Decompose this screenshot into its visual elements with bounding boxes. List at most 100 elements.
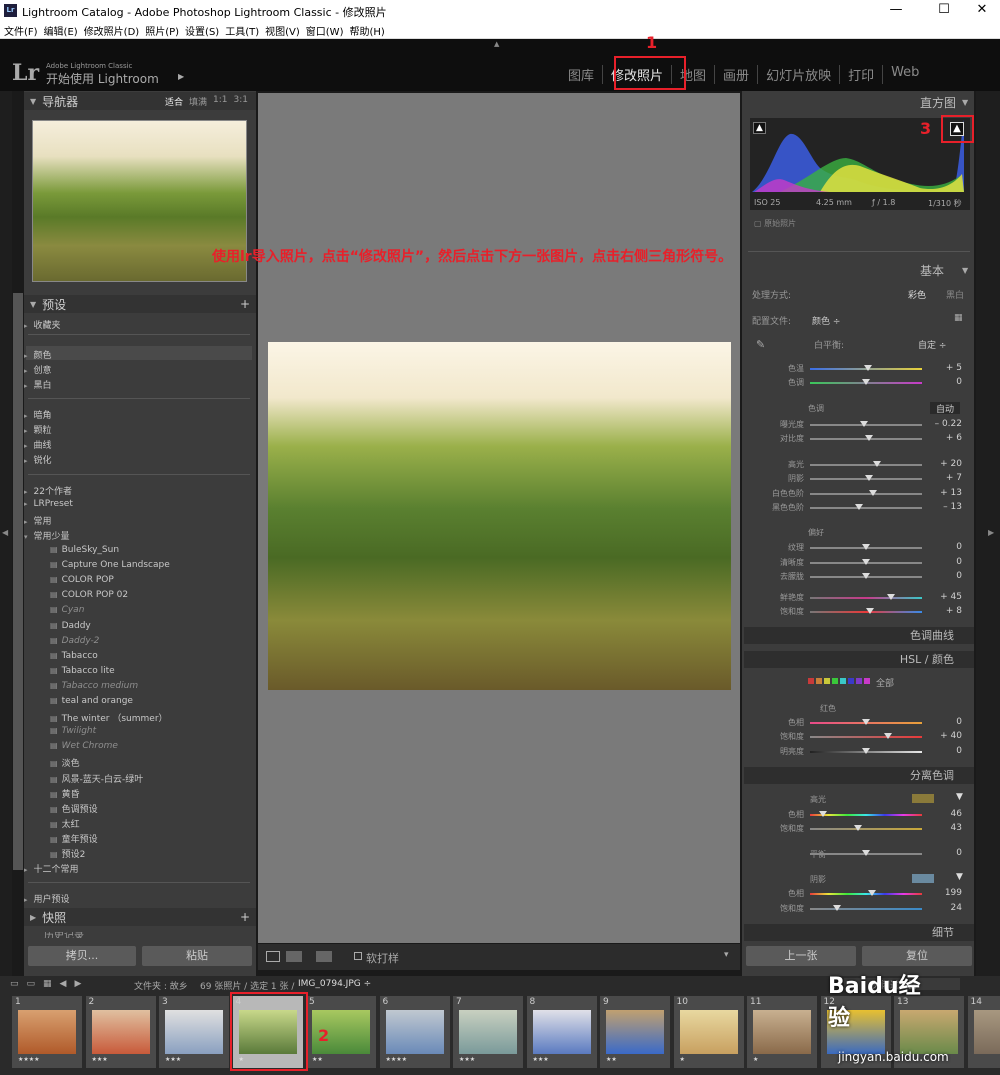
filmstrip-thumb[interactable]: 10 ★	[673, 996, 744, 1068]
collapse-right-icon[interactable]: ▶	[988, 528, 994, 537]
slider-value[interactable]: 46	[930, 809, 962, 819]
slider-value[interactable]: 0	[930, 557, 962, 567]
slider-value[interactable]: + 5	[930, 363, 962, 373]
slider-value[interactable]: + 13	[930, 488, 962, 498]
menu-item-8[interactable]: 帮助(H)	[349, 23, 384, 38]
slider-thumb[interactable]	[867, 890, 876, 896]
swatch-orange[interactable]	[816, 678, 822, 684]
slider-thumb[interactable]	[884, 733, 893, 739]
preset-item[interactable]: ▤ Daddy-2	[50, 636, 99, 646]
reset-button[interactable]: 复位	[862, 946, 972, 966]
preset-item[interactable]: ▤ The winter （summer）	[50, 711, 168, 724]
thumb-image[interactable]	[753, 1010, 811, 1054]
preset-folder[interactable]: ▸ 暗角	[24, 408, 52, 421]
menu-item-0[interactable]: 文件(F)	[4, 23, 38, 38]
treatment-bw[interactable]: 黑白	[946, 288, 964, 301]
filmstrip-thumb[interactable]: 11 ★	[747, 996, 817, 1068]
shadow-picker-icon[interactable]: ▼	[956, 872, 963, 882]
thumb-image[interactable]	[679, 1010, 738, 1054]
hsl-all[interactable]: 全部	[876, 676, 894, 689]
profile-browser-icon[interactable]: ▦	[954, 313, 963, 323]
shadow-color-swatch[interactable]	[912, 874, 934, 883]
filmstrip-thumb[interactable]: 9 ★★	[600, 996, 670, 1068]
slider-value[interactable]: 199	[930, 888, 962, 898]
profile-dropdown[interactable]: 颜色 ÷	[812, 314, 840, 327]
slider-thumb[interactable]	[864, 365, 873, 371]
preset-item[interactable]: ▤ 太红	[50, 817, 80, 830]
swatch-magenta[interactable]	[864, 678, 870, 684]
preset-item[interactable]: ▤ 淡色	[50, 756, 80, 769]
preset-item[interactable]: ▤ teal and orange	[50, 696, 133, 706]
slider-thumb[interactable]	[866, 608, 875, 614]
thumb-image[interactable]	[532, 1010, 591, 1054]
thumb-image[interactable]	[973, 1010, 1000, 1054]
preset-folder[interactable]: ▸ 创意	[24, 363, 52, 376]
swatch-green[interactable]	[832, 678, 838, 684]
play-icon[interactable]: ▶	[178, 72, 184, 81]
preset-folder[interactable]: ▸ 颜色	[24, 348, 52, 361]
thumb-image[interactable]	[459, 1010, 517, 1054]
back-arrow-icon[interactable]: ◀	[60, 979, 67, 989]
slider-thumb[interactable]	[873, 461, 882, 467]
add-snapshot-icon[interactable]: +	[240, 910, 256, 924]
slider-thumb[interactable]	[862, 559, 870, 565]
preset-folder[interactable]: ▸ 收藏夹	[24, 318, 61, 331]
presets-header[interactable]: ▼ 预设 +	[24, 295, 256, 313]
slider-track[interactable]	[810, 507, 922, 509]
preset-item[interactable]: ▤ Cyan	[50, 605, 84, 615]
slider-track[interactable]	[810, 893, 922, 895]
slider-thumb[interactable]	[854, 825, 863, 831]
slider-value[interactable]: – 13	[930, 502, 962, 512]
menu-item-1[interactable]: 编辑(E)	[44, 23, 78, 38]
add-preset-icon[interactable]: +	[240, 297, 256, 311]
preset-item[interactable]: ▤ Wet Chrome	[50, 741, 118, 751]
filmstrip-thumb[interactable]: 8 ★★★	[526, 996, 597, 1068]
slider-track[interactable]	[810, 908, 922, 910]
preset-item[interactable]: ▤ 风景-蓝天-白云-绿叶	[50, 772, 143, 785]
slider-value[interactable]: 0	[930, 746, 962, 756]
preset-folder[interactable]: ▸ LRPreset	[24, 499, 73, 509]
preset-folder[interactable]: ▸ 曲线	[24, 438, 52, 451]
preset-folder[interactable]: ▸ 常用	[24, 514, 52, 527]
preset-item[interactable]: ▤ 童年预设	[50, 832, 98, 845]
slider-thumb[interactable]	[832, 905, 841, 911]
preset-item[interactable]: ▤ COLOR POP	[50, 575, 114, 585]
main-photo[interactable]	[268, 342, 731, 690]
slider-track[interactable]	[810, 597, 922, 599]
preset-folder[interactable]: ▸ 锐化	[24, 453, 52, 466]
slider-thumb[interactable]	[868, 490, 877, 496]
slider-track[interactable]	[810, 736, 922, 738]
slider-thumb[interactable]	[859, 421, 868, 427]
slider-value[interactable]: 0	[930, 571, 962, 581]
previous-button[interactable]: 上一张	[746, 946, 856, 966]
grid-icon[interactable]: ▦	[43, 979, 52, 989]
swatch-blue[interactable]	[848, 678, 854, 684]
histogram-header[interactable]: 直方图	[744, 94, 974, 112]
thumb-image[interactable]	[18, 1010, 76, 1054]
slider-thumb[interactable]	[862, 719, 870, 725]
hsl-color-swatches[interactable]	[808, 678, 870, 684]
slider-value[interactable]: – 0.22	[930, 419, 962, 429]
preset-folder[interactable]: ▾ 常用少量	[24, 529, 70, 542]
module-tab-5[interactable]: 打印	[840, 65, 884, 84]
copy-button[interactable]: 拷贝...	[28, 946, 136, 966]
history-header[interactable]: 历史记录	[44, 932, 84, 938]
secondary-window-icon[interactable]: ▭	[27, 979, 36, 989]
slider-value[interactable]: 24	[930, 903, 962, 913]
slider-value[interactable]: + 45	[930, 592, 962, 602]
slider-value[interactable]: + 40	[930, 731, 962, 741]
wb-eyedropper-icon[interactable]: ✎	[756, 338, 765, 351]
preset-item[interactable]: ▤ Daddy	[50, 621, 91, 631]
slider-thumb[interactable]	[862, 850, 870, 856]
preset-item[interactable]: ▤ 黄昏	[50, 787, 80, 800]
triangle-down-icon[interactable]: ▼	[962, 98, 968, 107]
basic-header[interactable]: 基本	[744, 262, 974, 280]
auto-button[interactable]: 自动	[930, 402, 960, 415]
slider-value[interactable]: + 7	[930, 473, 962, 483]
slider-thumb[interactable]	[862, 379, 870, 385]
close-icon[interactable]: ✕	[962, 2, 1000, 17]
tool-strip[interactable]	[748, 240, 970, 252]
wb-dropdown[interactable]: 自定 ÷	[918, 338, 946, 351]
collapse-top-icon[interactable]: ▲	[494, 40, 499, 48]
maximize-icon[interactable]: ☐	[924, 2, 964, 17]
